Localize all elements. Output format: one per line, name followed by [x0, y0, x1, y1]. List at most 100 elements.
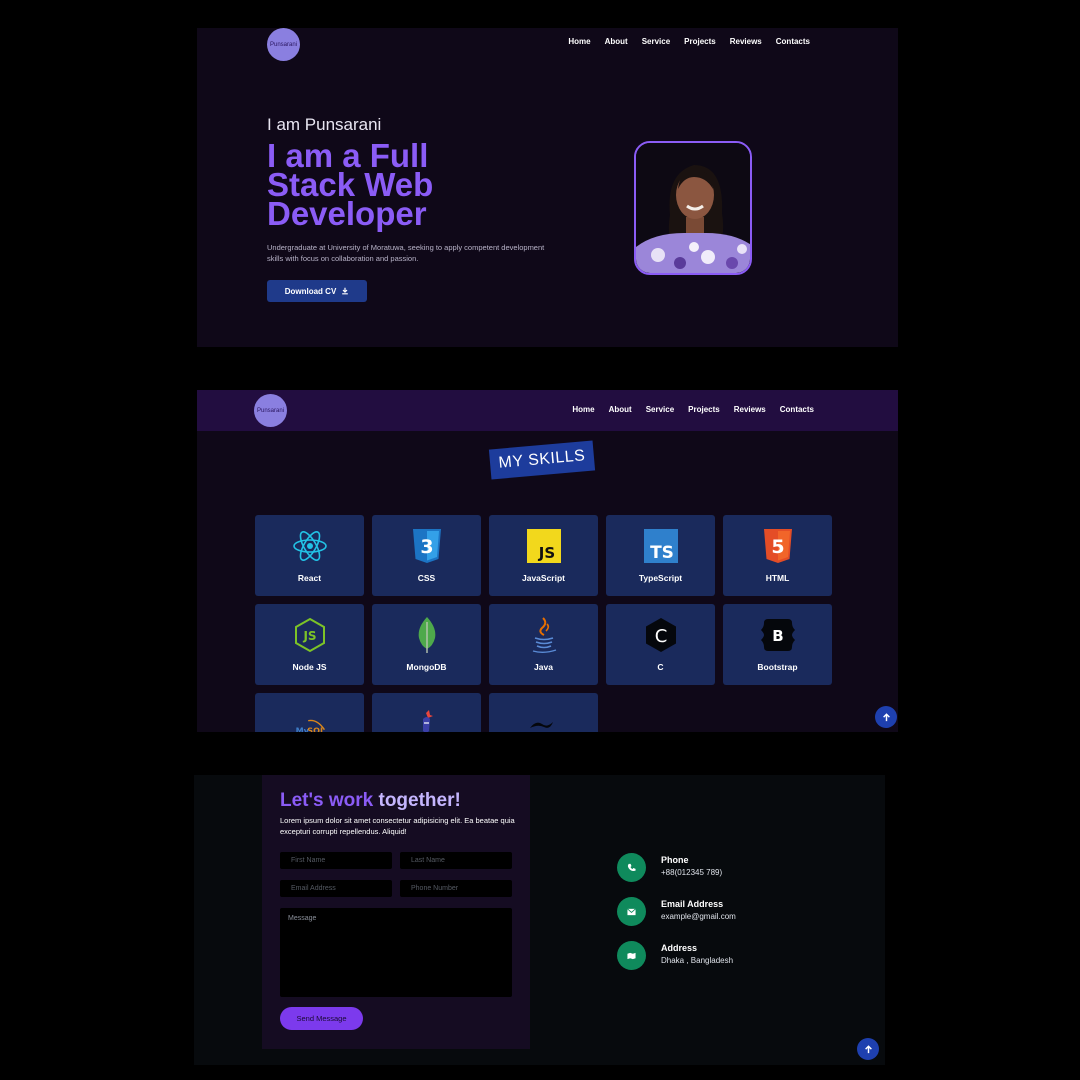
phone-input[interactable]: Phone Number [400, 880, 512, 897]
mail-icon [617, 897, 646, 926]
skill-label: TypeScript [638, 573, 683, 583]
contact-info-value: example@gmail.com [661, 912, 736, 921]
message-textarea[interactable]: Message [280, 908, 512, 997]
nav-contacts[interactable]: Contacts [780, 405, 814, 414]
skill-label: C [657, 662, 664, 672]
nav-about[interactable]: About [605, 37, 628, 46]
hero-title: I am a Full Stack Web Developer [267, 139, 567, 232]
skill-card-typescript: TS TypeScript [606, 515, 715, 596]
nodejs-icon: JS [294, 617, 325, 653]
skill-label: MongoDB [406, 662, 447, 672]
last-name-input[interactable]: Last Name [400, 852, 512, 869]
skill-label: React [297, 573, 322, 583]
nav-service[interactable]: Service [646, 405, 674, 414]
main-nav: Home About Service Projects Reviews Cont… [568, 37, 810, 46]
arrow-up-icon [882, 712, 890, 721]
hero-intro: I am Punsarani [267, 115, 382, 134]
contact-title-part-1: Let's work [280, 790, 374, 811]
contact-info-address: Address Dhaka , Bangladesh [617, 941, 733, 970]
contact-info-value: Dhaka , Bangladesh [661, 956, 734, 965]
skill-card-mysql: My SQL [255, 693, 364, 732]
skills-section: Punsarani Home About Service Projects Re… [197, 390, 898, 732]
skills-heading: MY SKILLS [488, 440, 596, 480]
profile-photo [634, 141, 752, 275]
tailwind-icon [529, 722, 553, 728]
javascript-icon: JS [526, 529, 561, 563]
first-name-input[interactable]: First Name [280, 852, 392, 869]
html5-icon: 5 [763, 529, 792, 563]
skill-card-bootstrap: B Bootstrap [723, 604, 832, 685]
nav-reviews[interactable]: Reviews [730, 37, 762, 46]
contact-info-title: Phone [661, 855, 689, 865]
java-icon [532, 617, 556, 653]
skill-label: CSS [417, 573, 436, 583]
main-nav: Home About Service Projects Reviews Cont… [572, 405, 814, 414]
svg-text:SQL: SQL [307, 725, 325, 732]
skill-card-tailwind [489, 693, 598, 732]
react-icon [292, 531, 327, 561]
download-icon [342, 287, 349, 295]
skill-card-c: C C [606, 604, 715, 685]
contact-info-title: Address [661, 943, 698, 953]
svg-text:JS: JS [537, 544, 554, 562]
nav-home[interactable]: Home [568, 37, 590, 46]
arrow-up-icon [864, 1044, 872, 1053]
map-icon [617, 941, 646, 970]
phone-icon [617, 853, 646, 882]
skill-card-nodejs: JS Node JS [255, 604, 364, 685]
skill-card-java: Java [489, 604, 598, 685]
svg-text:B: B [772, 627, 783, 645]
typescript-icon: TS [643, 529, 678, 563]
scroll-to-top-button[interactable] [857, 1038, 879, 1060]
mysql-icon: My SQL [295, 719, 325, 732]
email-input[interactable]: Email Address [280, 880, 392, 897]
hero-title-line-3: Developer [267, 195, 427, 232]
send-message-button[interactable]: Send Message [280, 1007, 363, 1030]
bootstrap-icon: B [760, 619, 795, 651]
nav-home[interactable]: Home [572, 405, 594, 414]
logo[interactable]: Punsarani [267, 28, 300, 61]
skill-card-html: 5 HTML [723, 515, 832, 596]
contact-info-value: +88(012345 789) [661, 868, 723, 877]
svg-text:TS: TS [650, 543, 674, 563]
contact-info-email: Email Address example@gmail.com [617, 897, 736, 926]
skill-label: Java [534, 662, 553, 672]
svg-text:JS: JS [302, 629, 316, 643]
nav-reviews[interactable]: Reviews [734, 405, 766, 414]
svg-text:5: 5 [771, 536, 784, 558]
nav-contacts[interactable]: Contacts [776, 37, 810, 46]
skill-card-javascript: JS JavaScript [489, 515, 598, 596]
mongodb-icon [418, 617, 435, 653]
postman-icon [422, 710, 433, 732]
c-icon: C [645, 618, 676, 652]
nav-projects[interactable]: Projects [688, 405, 720, 414]
nav-about[interactable]: About [609, 405, 632, 414]
skill-card-mongodb: MongoDB [372, 604, 481, 685]
download-cv-label: Download CV [284, 286, 337, 296]
skill-label: JavaScript [522, 573, 565, 583]
contact-info-title: Email Address [661, 899, 724, 909]
contact-subtitle: Lorem ipsum dolor sit amet consectetur a… [280, 816, 515, 836]
skill-card-react: React [255, 515, 364, 596]
profile-photo-illustration [636, 143, 750, 273]
contact-form: Let's work together! Lorem ipsum dolor s… [262, 775, 530, 1049]
svg-text:3: 3 [420, 536, 433, 558]
skill-label: Bootstrap [757, 662, 798, 672]
skill-card-tool [372, 693, 481, 732]
css3-icon: 3 [412, 529, 441, 563]
contact-title: Let's work together! [280, 790, 461, 812]
nav-projects[interactable]: Projects [684, 37, 716, 46]
skills-grid: React 3 CSS JS JavaScript TS TypeScript [255, 515, 832, 732]
contact-section: Let's work together! Lorem ipsum dolor s… [194, 775, 885, 1065]
skill-label: Node JS [292, 662, 327, 672]
hero-description: Undergraduate at University of Moratuwa,… [267, 243, 545, 263]
contact-info-phone: Phone +88(012345 789) [617, 853, 722, 882]
scroll-to-top-button[interactable] [875, 706, 897, 728]
svg-text:C: C [654, 626, 667, 647]
download-cv-button[interactable]: Download CV [267, 280, 367, 302]
logo[interactable]: Punsarani [254, 394, 287, 427]
contact-title-part-2: together! [373, 790, 461, 811]
skill-card-css: 3 CSS [372, 515, 481, 596]
hero-section: Punsarani Home About Service Projects Re… [197, 28, 898, 347]
nav-service[interactable]: Service [642, 37, 670, 46]
